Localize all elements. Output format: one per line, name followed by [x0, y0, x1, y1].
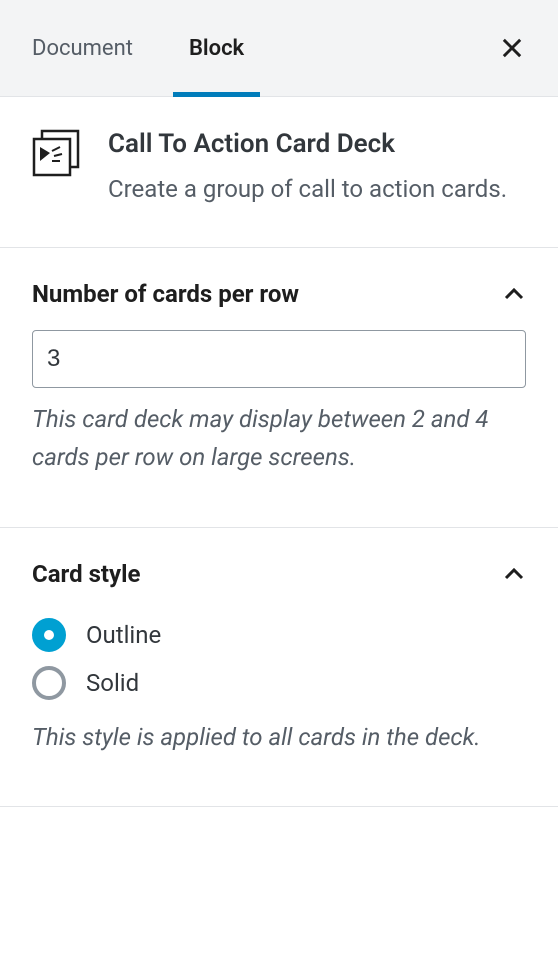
chevron-up-icon — [502, 282, 526, 306]
card-style-radio-group: Outline Solid — [32, 618, 526, 700]
cards-per-row-help: This card deck may display between 2 and… — [32, 400, 526, 477]
radio-solid-label: Solid — [86, 669, 139, 697]
block-icon — [32, 129, 80, 177]
block-title: Call To Action Card Deck — [108, 129, 507, 159]
block-info: Call To Action Card Deck Create a group … — [0, 97, 558, 248]
panel-card-style-body: Outline Solid This style is applied to a… — [0, 618, 558, 806]
panel-cards-per-row-body: This card deck may display between 2 and… — [0, 330, 558, 527]
panel-cards-per-row-header[interactable]: Number of cards per row — [0, 248, 558, 330]
radio-outline-circle — [32, 618, 66, 652]
block-info-text: Call To Action Card Deck Create a group … — [108, 129, 507, 207]
radio-solid-circle — [32, 666, 66, 700]
tab-block[interactable]: Block — [161, 0, 272, 96]
tab-block-label: Block — [189, 36, 244, 61]
block-description: Create a group of call to action cards. — [108, 171, 507, 207]
panel-card-style-title: Card style — [32, 560, 140, 588]
panel-cards-per-row: Number of cards per row This card deck m… — [0, 248, 558, 528]
tab-document[interactable]: Document — [0, 0, 161, 96]
close-button[interactable] — [498, 34, 526, 62]
chevron-up-icon — [502, 562, 526, 586]
panel-card-style: Card style Outline Solid This style is a… — [0, 528, 558, 807]
radio-outline[interactable]: Outline — [32, 618, 526, 652]
radio-solid[interactable]: Solid — [32, 666, 526, 700]
radio-outline-label: Outline — [86, 621, 161, 649]
panel-card-style-header[interactable]: Card style — [0, 528, 558, 610]
card-style-help: This style is applied to all cards in th… — [32, 718, 526, 756]
close-icon — [498, 34, 526, 62]
tabs-header: Document Block — [0, 0, 558, 97]
radio-dot — [44, 630, 54, 640]
cards-per-row-input[interactable] — [32, 330, 526, 388]
tab-document-label: Document — [32, 36, 133, 61]
panel-cards-per-row-title: Number of cards per row — [32, 280, 299, 308]
